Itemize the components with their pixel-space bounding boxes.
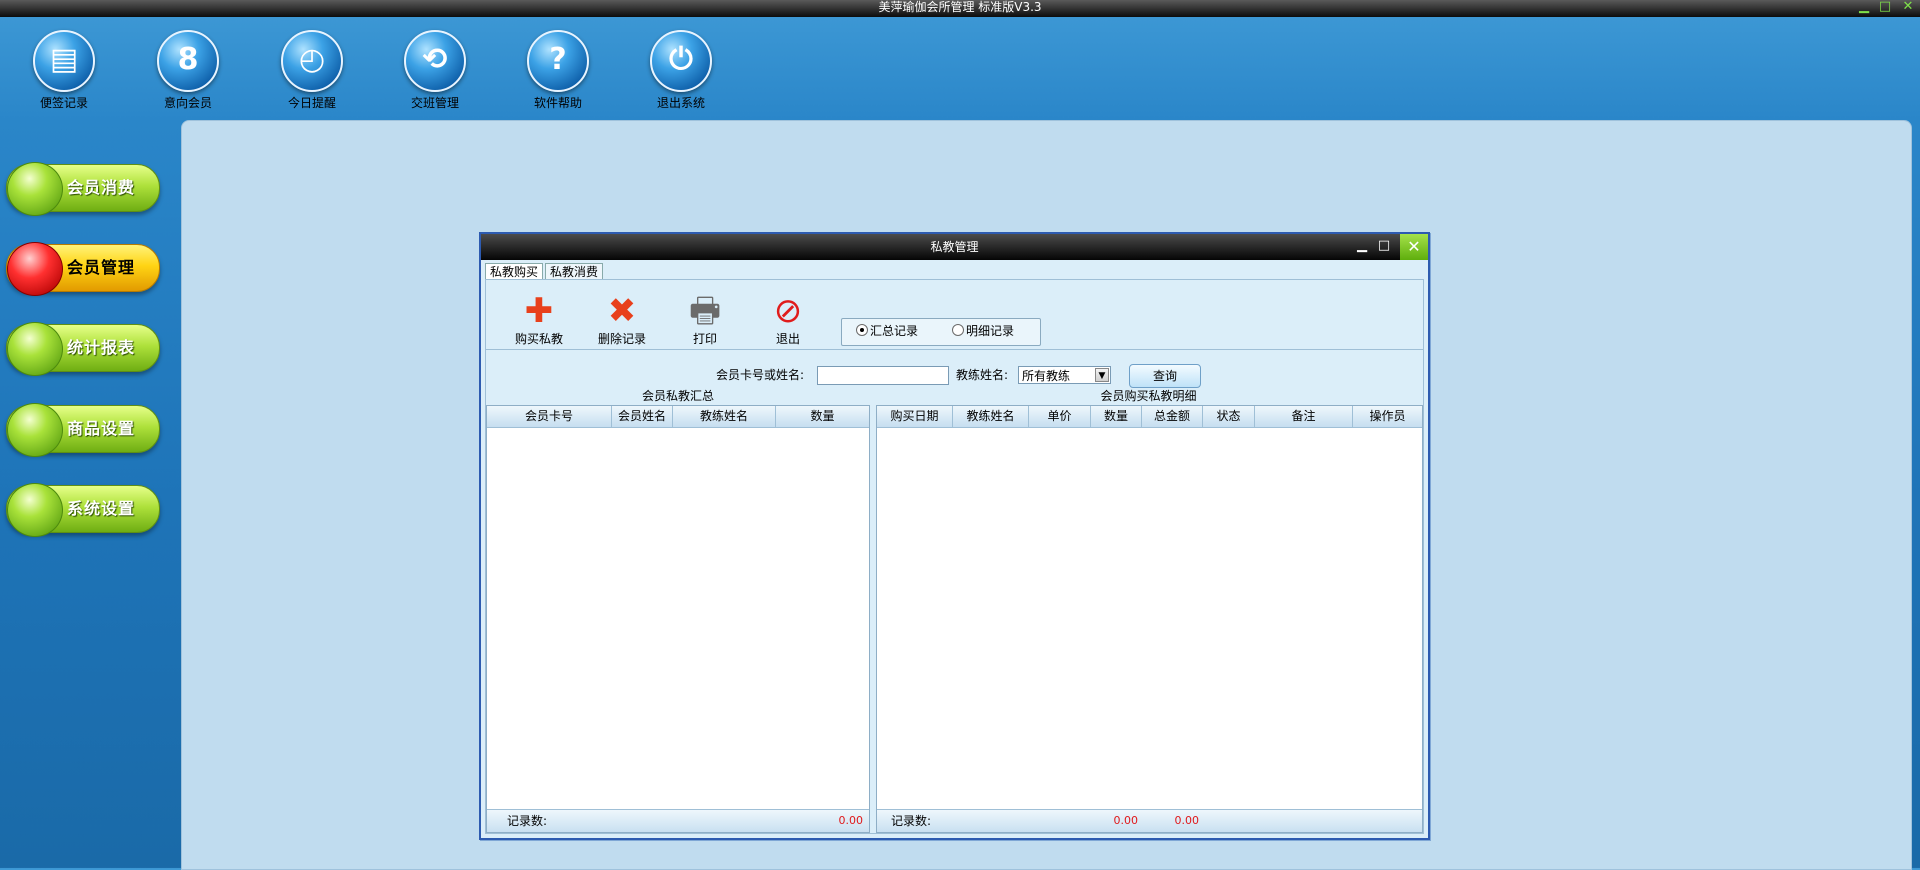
tab-private-coach-consumption[interactable]: 私教消费 [545, 263, 604, 280]
software-help-button[interactable]: ? 软件帮助 [513, 30, 603, 111]
exit-label: 退出 [775, 332, 800, 346]
printer-icon: 🖶 [688, 291, 722, 331]
today-reminder-label: 今日提醒 [287, 96, 336, 110]
dialog-maximize-button[interactable]: □ [1376, 238, 1392, 254]
col-member-name[interactable]: 会员姓名 [612, 406, 673, 427]
radio-selected-icon [856, 324, 868, 336]
refresh-icon: ⟲ [404, 30, 466, 92]
app-title: 美萍瑜伽会所管理 标准版V3.3 [878, 0, 1042, 14]
plus-icon: ✚ [524, 291, 554, 331]
prospect-members-button[interactable]: 8 意向会员 [143, 30, 233, 111]
radio-summary-label: 汇总记录 [870, 324, 919, 338]
nav-statistics-report[interactable]: 统计报表 [6, 322, 160, 376]
private-coach-dialog: 私教管理 ▁ □ ✕ 私教购买 私教消费 ✚ 购买私教 ✖ 删除记录 🖶 打印 … [479, 232, 1430, 840]
clock-icon: ◴ [281, 30, 343, 92]
col-unit-price[interactable]: 单价 [1029, 406, 1091, 427]
detail-grid-footer: 记录数: 0.00 0.00 [877, 809, 1422, 832]
detail-grid-caption: 会员购买私教明细 [1100, 389, 1197, 403]
record-count-label: 记录数: [891, 814, 932, 828]
col-remark[interactable]: 备注 [1255, 406, 1353, 427]
green-orb-icon [7, 403, 63, 457]
notes-button[interactable]: ▤ 便签记录 [19, 30, 109, 111]
col-quantity[interactable]: 数量 [1091, 406, 1142, 427]
today-reminder-button[interactable]: ◴ 今日提醒 [267, 30, 357, 111]
coach-name-label: 教练姓名: [956, 368, 1009, 382]
green-orb-icon [7, 162, 63, 216]
detail-grid-header: 购买日期 教练姓名 单价 数量 总金额 状态 备注 操作员 [877, 406, 1422, 428]
delete-record-label: 删除记录 [597, 332, 646, 346]
app-titlebar: 美萍瑜伽会所管理 标准版V3.3 ▁ □ ✕ [0, 0, 1920, 17]
summary-grid-header: 会员卡号 会员姓名 教练姓名 数量 [487, 406, 869, 428]
delete-record-button[interactable]: ✖ 删除记录 [587, 292, 657, 347]
tab-panel: ✚ 购买私教 ✖ 删除记录 🖶 打印 ⊘ 退出 汇总记录 明细记录 会员卡号或姓… [485, 279, 1424, 834]
toolbar-divider [486, 349, 1423, 350]
green-orb-icon [7, 483, 63, 537]
exit-system-button[interactable]: ⏻ 退出系统 [636, 30, 726, 111]
prospect-members-label: 意向会员 [163, 96, 212, 110]
summary-grid-footer: 记录数: 0.00 [487, 809, 869, 832]
tab-private-coach-purchase[interactable]: 私教购买 [485, 263, 544, 280]
nav-label: 统计报表 [67, 338, 136, 357]
dialog-minimize-button[interactable]: ▁ [1354, 238, 1370, 254]
exit-button[interactable]: ⊘ 退出 [753, 292, 823, 347]
red-orb-icon [7, 242, 63, 296]
card-or-name-input[interactable] [817, 366, 949, 385]
notepad-icon: ▤ [33, 30, 95, 92]
summary-grid-caption: 会员私教汇总 [641, 389, 714, 403]
shift-handover-label: 交班管理 [410, 96, 459, 110]
power-icon: ⏻ [650, 30, 712, 92]
nav-product-settings[interactable]: 商品设置 [6, 403, 160, 457]
coach-select[interactable]: 所有教练 ▼ [1018, 366, 1111, 384]
radio-unselected-icon [952, 324, 964, 336]
nav-system-settings[interactable]: 系统设置 [6, 483, 160, 537]
view-mode-group: 汇总记录 明细记录 [841, 318, 1041, 346]
nav-member-consumption[interactable]: 会员消费 [6, 162, 160, 216]
radio-summary-records[interactable]: 汇总记录 [856, 324, 918, 338]
col-status[interactable]: 状态 [1203, 406, 1255, 427]
col-quantity[interactable]: 数量 [776, 406, 869, 427]
app-close-button[interactable]: ✕ [1900, 0, 1916, 16]
nav-member-management[interactable]: 会员管理 [6, 242, 160, 296]
detail-qty-total: 0.00 [1113, 814, 1139, 827]
radio-detail-records[interactable]: 明细记录 [952, 324, 1014, 338]
help-icon: ? [527, 30, 589, 92]
delete-icon: ✖ [607, 291, 637, 331]
summary-grid[interactable]: 会员卡号 会员姓名 教练姓名 数量 记录数: 0.00 [486, 405, 870, 833]
col-coach-name[interactable]: 教练姓名 [673, 406, 776, 427]
col-coach-name[interactable]: 教练姓名 [953, 406, 1029, 427]
radio-detail-label: 明细记录 [966, 324, 1015, 338]
detail-amount-total: 0.00 [1174, 814, 1200, 827]
col-operator[interactable]: 操作员 [1353, 406, 1422, 427]
col-member-card[interactable]: 会员卡号 [487, 406, 612, 427]
coach-select-value: 所有教练 [1022, 369, 1071, 383]
software-help-label: 软件帮助 [533, 96, 582, 110]
dialog-title: 私教管理 [930, 240, 979, 254]
dialog-titlebar[interactable]: 私教管理 ▁ □ ✕ [481, 234, 1428, 260]
nav-label: 会员消费 [67, 178, 136, 197]
record-count-label: 记录数: [507, 814, 548, 828]
exit-system-label: 退出系统 [656, 96, 705, 110]
app-maximize-button[interactable]: □ [1877, 0, 1893, 16]
notes-label: 便签记录 [39, 96, 88, 110]
shift-handover-button[interactable]: ⟲ 交班管理 [390, 30, 480, 111]
card-or-name-label: 会员卡号或姓名: [716, 368, 805, 382]
detail-grid[interactable]: 购买日期 教练姓名 单价 数量 总金额 状态 备注 操作员 记录数: 0.00 … [876, 405, 1423, 833]
green-orb-icon [7, 322, 63, 376]
dialog-close-button[interactable]: ✕ [1400, 234, 1428, 260]
nav-label: 系统设置 [67, 499, 136, 518]
nav-label: 会员管理 [67, 258, 136, 277]
col-purchase-date[interactable]: 购买日期 [877, 406, 953, 427]
print-label: 打印 [692, 332, 717, 346]
member-icon: 8 [157, 30, 219, 92]
print-button[interactable]: 🖶 打印 [670, 292, 740, 347]
app-minimize-button[interactable]: ▁ [1856, 0, 1872, 16]
no-entry-icon: ⊘ [773, 291, 803, 331]
col-total-amount[interactable]: 总金额 [1142, 406, 1203, 427]
buy-private-coach-button[interactable]: ✚ 购买私教 [504, 292, 574, 347]
nav-label: 商品设置 [67, 419, 136, 438]
buy-private-coach-label: 购买私教 [514, 332, 563, 346]
chevron-down-icon[interactable]: ▼ [1095, 368, 1109, 382]
summary-total-value: 0.00 [838, 814, 864, 827]
query-button[interactable]: 查询 [1129, 364, 1201, 388]
